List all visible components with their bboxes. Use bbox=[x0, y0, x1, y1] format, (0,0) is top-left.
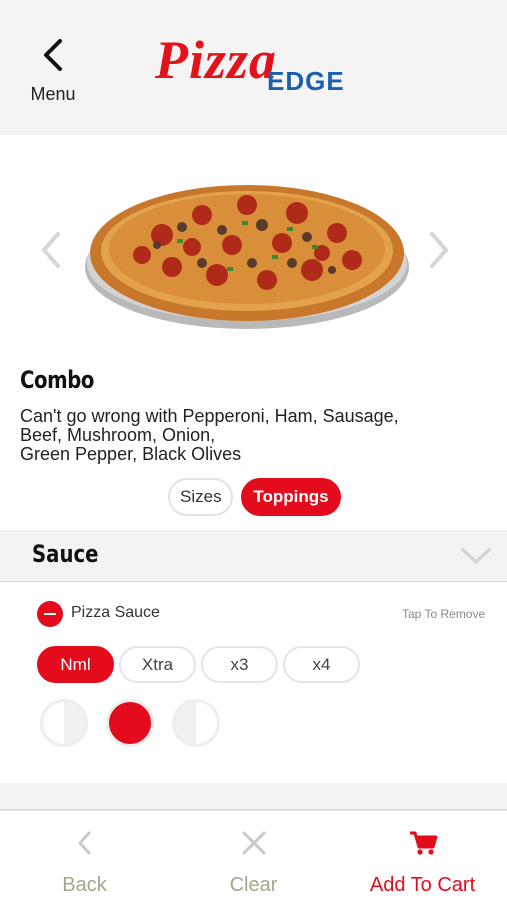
amount-options: Nml Xtra x3 x4 bbox=[37, 646, 360, 683]
amount-x4-button[interactable]: x4 bbox=[283, 646, 360, 683]
next-image-button[interactable] bbox=[424, 230, 454, 270]
whole-portion-button[interactable] bbox=[106, 699, 154, 747]
amount-normal-button[interactable]: Nml bbox=[37, 646, 114, 683]
clear-button[interactable]: Clear bbox=[169, 811, 338, 900]
topping-item: Pizza Sauce Tap To Remove Nml Xtra x3 x4 bbox=[0, 583, 507, 783]
section-title: Sauce bbox=[32, 540, 99, 568]
clear-label: Clear bbox=[229, 874, 278, 896]
description-line: Beef, Mushroom, Onion, bbox=[20, 425, 216, 445]
chevron-down-icon bbox=[461, 548, 491, 564]
product-description: Can't go wrong with Pepperoni, Ham, Saus… bbox=[20, 407, 480, 464]
close-icon bbox=[242, 831, 266, 855]
logo-secondary-text: EDGE bbox=[267, 66, 345, 96]
menu-button[interactable]: Menu bbox=[18, 38, 88, 108]
remove-topping-button[interactable] bbox=[37, 601, 63, 627]
back-label: Back bbox=[62, 874, 107, 896]
logo-primary-text: Pizza bbox=[155, 30, 278, 90]
chevron-left-icon bbox=[44, 39, 62, 71]
bottom-action-bar: Back Clear Add To Cart bbox=[0, 810, 507, 900]
add-to-cart-label: Add To Cart bbox=[369, 874, 476, 896]
tab-sizes[interactable]: Sizes bbox=[168, 478, 233, 516]
right-half-portion-button[interactable] bbox=[172, 699, 220, 747]
tab-toppings[interactable]: Toppings bbox=[241, 478, 341, 516]
add-to-cart-button[interactable]: Add To Cart bbox=[338, 811, 507, 900]
description-line: Green Pepper, Black Olives bbox=[20, 444, 242, 464]
app-header: Menu Pizza EDGE bbox=[0, 0, 507, 135]
pizza-edge-logo: Pizza EDGE bbox=[155, 30, 365, 100]
portion-options bbox=[40, 699, 220, 747]
back-button[interactable]: Back bbox=[0, 811, 169, 900]
left-half-portion-button[interactable] bbox=[40, 699, 88, 747]
chevron-right-icon bbox=[430, 232, 448, 268]
shopping-cart-icon bbox=[410, 831, 438, 855]
topping-name: Pizza Sauce bbox=[71, 604, 160, 621]
product-title: Combo bbox=[20, 366, 95, 394]
pizza-image bbox=[85, 185, 409, 329]
chevron-left-icon bbox=[42, 232, 60, 268]
option-tabs: Sizes Toppings bbox=[168, 478, 341, 516]
chevron-left-icon bbox=[78, 831, 91, 855]
sauce-section-header[interactable]: Sauce bbox=[0, 530, 507, 582]
previous-image-button[interactable] bbox=[36, 230, 66, 270]
section-divider bbox=[0, 783, 507, 810]
description-line: Can't go wrong with Pepperoni, Ham, Saus… bbox=[20, 406, 399, 426]
tap-to-remove-hint: Tap To Remove bbox=[402, 607, 486, 621]
amount-x3-button[interactable]: x3 bbox=[201, 646, 278, 683]
product-image-carousel bbox=[0, 135, 507, 350]
amount-extra-button[interactable]: Xtra bbox=[119, 646, 196, 683]
menu-label: Menu bbox=[30, 84, 76, 104]
